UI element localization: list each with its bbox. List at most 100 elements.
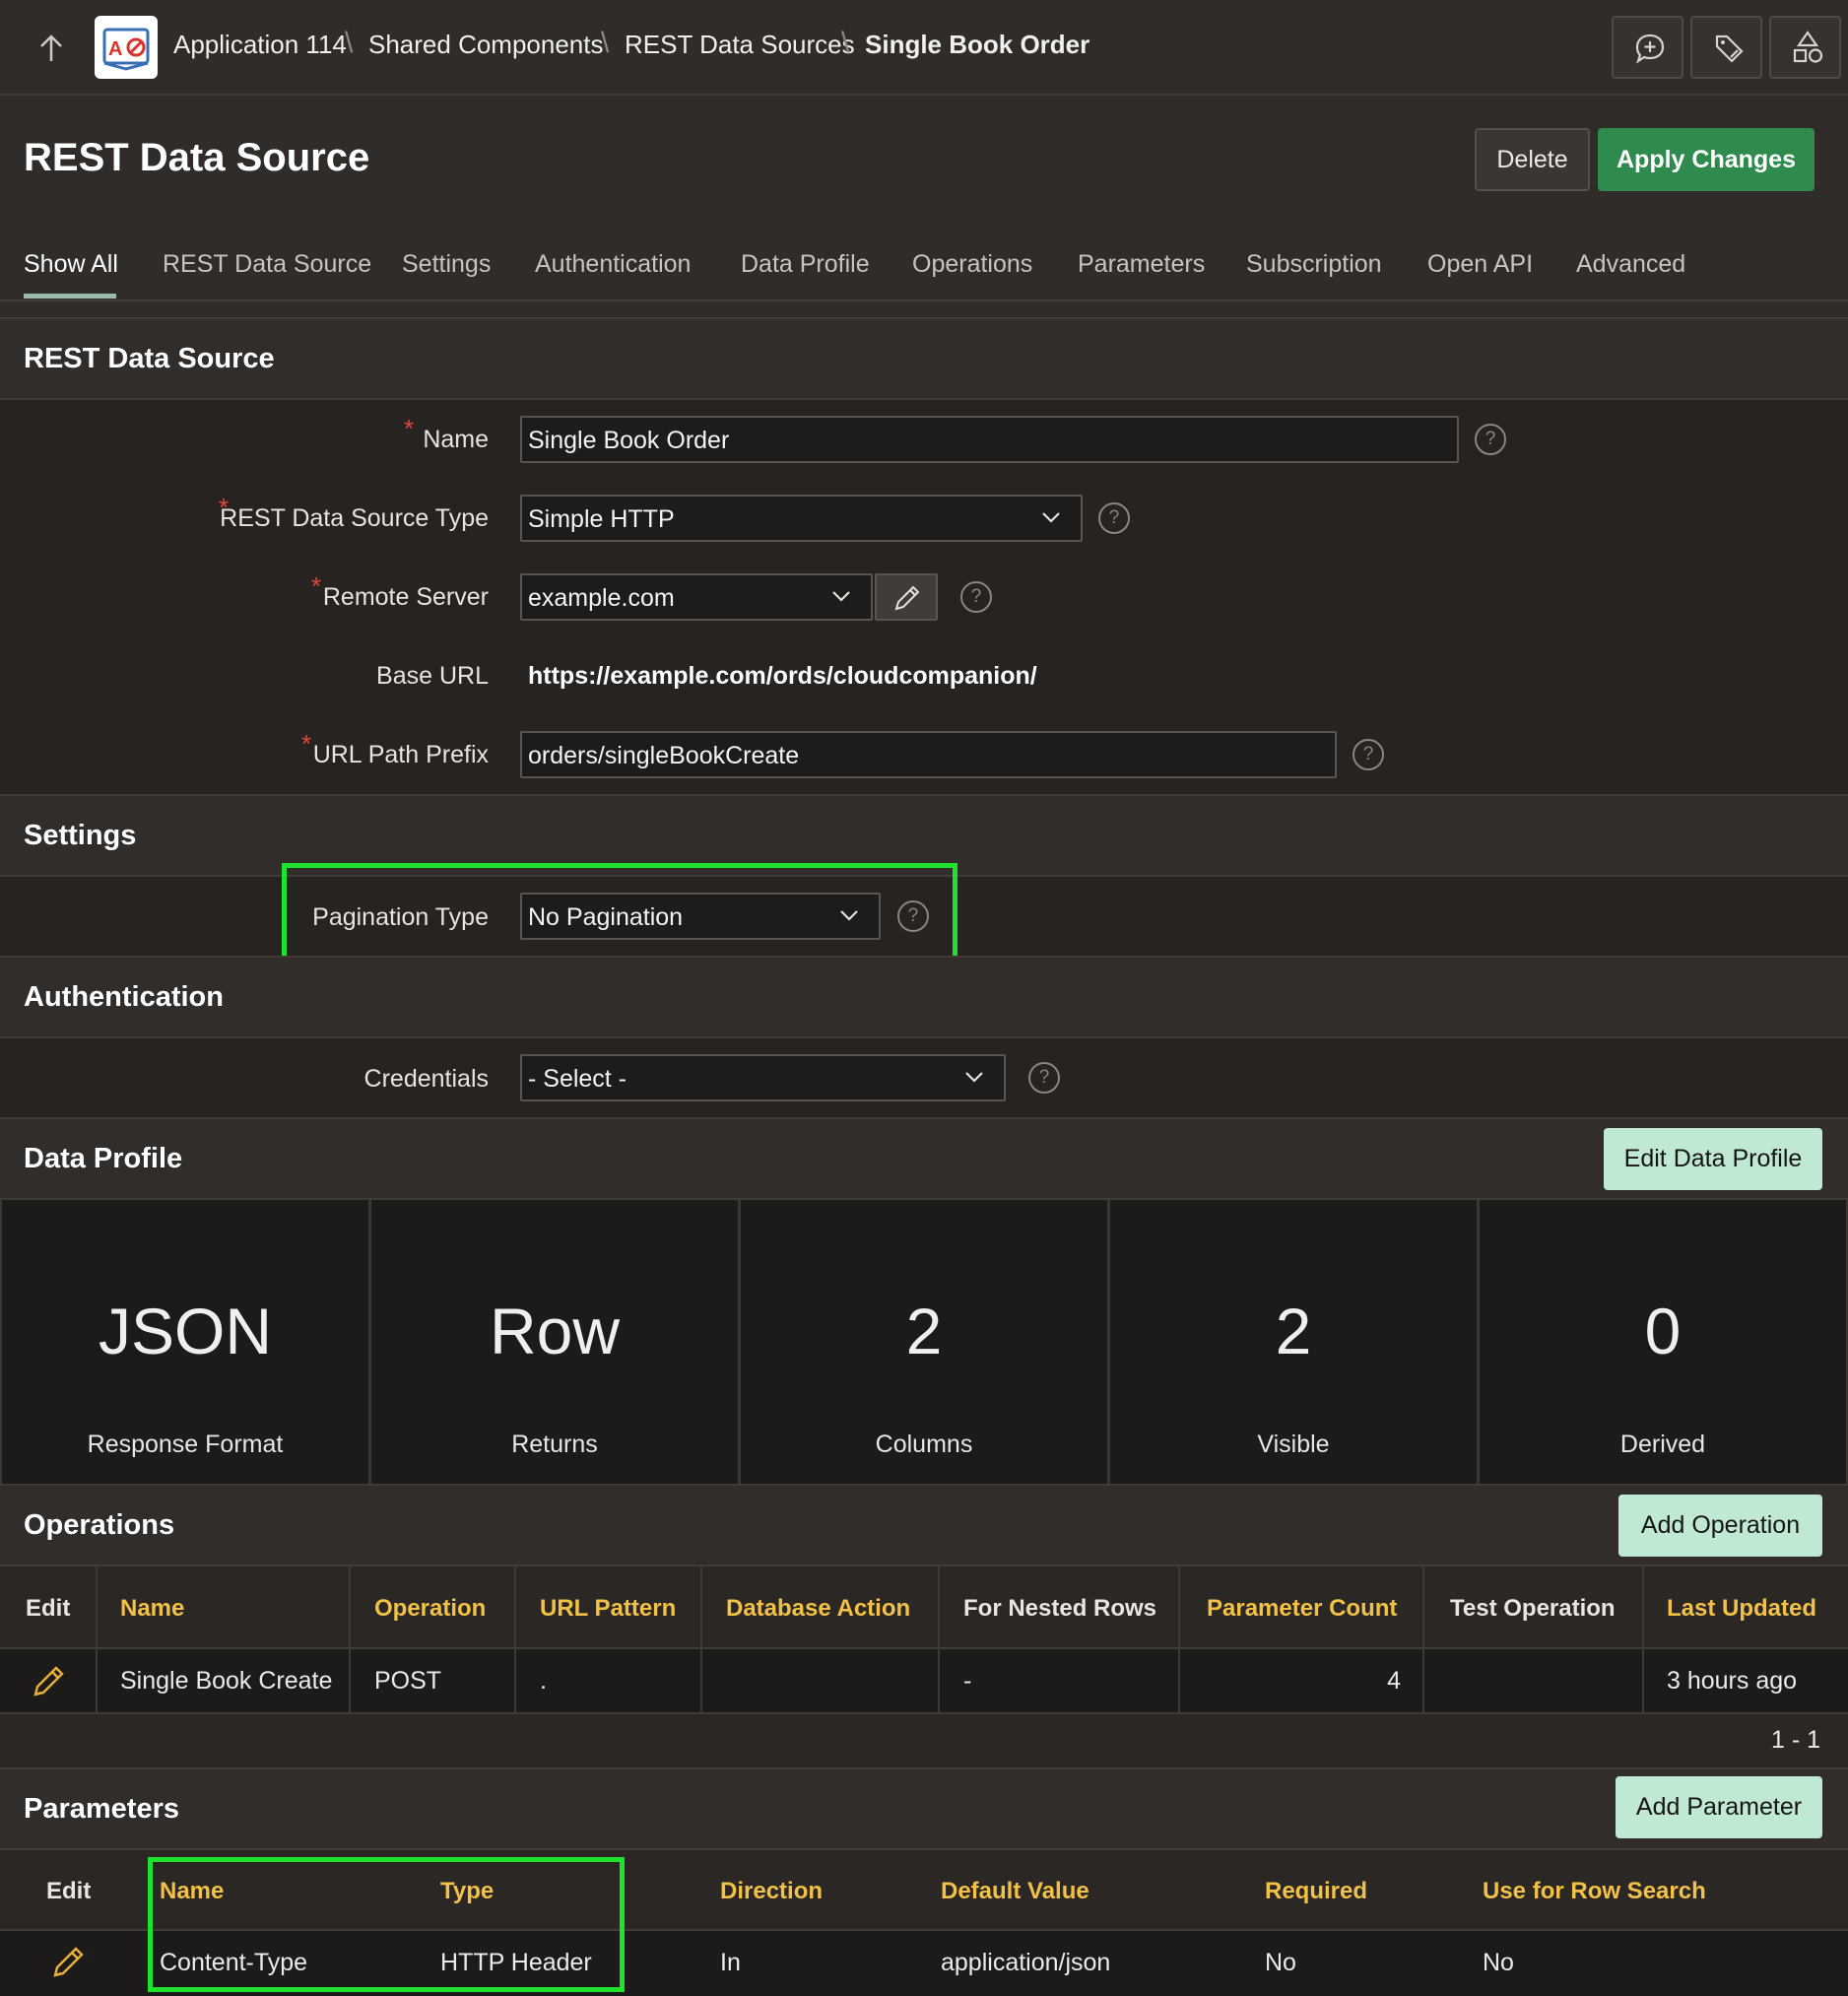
column-header-for-nested-rows: For Nested Rows: [963, 1595, 1157, 1622]
active-tab-indicator: [24, 294, 116, 299]
tab-settings[interactable]: Settings: [402, 250, 491, 279]
column-divider: [96, 1566, 98, 1714]
column-divider: [514, 1566, 516, 1714]
url-path-prefix-value: orders/singleBookCreate: [528, 742, 800, 769]
breadcrumb-application[interactable]: Application 114: [173, 30, 347, 60]
tab-subscription[interactable]: Subscription: [1246, 250, 1382, 279]
column-header-parameter-count[interactable]: Parameter Count: [1207, 1595, 1397, 1623]
column-header-default-value[interactable]: Default Value: [941, 1878, 1089, 1905]
url-pattern-cell: .: [540, 1667, 547, 1695]
breadcrumb-shared-components[interactable]: Shared Components: [368, 30, 603, 60]
credentials-label: Credentials: [363, 1065, 489, 1093]
parameters-region-header: Parameters: [0, 1767, 1848, 1850]
column-header-direction[interactable]: Direction: [720, 1878, 823, 1905]
credentials-select[interactable]: - Select -: [520, 1054, 1006, 1101]
tab-open-api[interactable]: Open API: [1427, 250, 1533, 279]
name-label: Name: [423, 426, 489, 453]
for-nested-rows-cell: -: [963, 1667, 972, 1695]
required-marker: *: [301, 729, 312, 759]
parameter-row-search-cell: No: [1483, 1949, 1514, 1976]
last-updated-cell: 3 hours ago: [1667, 1667, 1798, 1695]
chevron-down-icon: [1041, 510, 1061, 524]
stat-label: Visible: [1257, 1430, 1330, 1458]
name-value: Single Book Order: [528, 427, 730, 454]
url-path-prefix-input[interactable]: orders/singleBookCreate: [520, 731, 1337, 778]
region-title: Operations: [24, 1509, 175, 1541]
column-header-name[interactable]: Name: [120, 1595, 184, 1623]
parameter-default-value-cell: application/json: [941, 1949, 1111, 1976]
stat-card-returns: Row Returns: [371, 1200, 738, 1484]
name-input[interactable]: Single Book Order: [520, 416, 1459, 463]
stat-value: 2: [905, 1295, 943, 1367]
data-profile-region-header: Data Profile: [0, 1117, 1848, 1200]
svg-text:A: A: [108, 38, 122, 60]
column-header-last-updated[interactable]: Last Updated: [1667, 1595, 1816, 1623]
help-icon[interactable]: ?: [1353, 739, 1384, 770]
column-header-use-for-row-search[interactable]: Use for Row Search: [1483, 1878, 1706, 1905]
tab-rest-data-source[interactable]: REST Data Source: [163, 250, 371, 279]
parameter-count-cell: 4: [1387, 1667, 1401, 1695]
operation-name-cell: Single Book Create: [120, 1667, 333, 1695]
top-bar: A Application 114 \ Shared Components \ …: [0, 0, 1848, 96]
edit-pencil-icon[interactable]: [32, 1663, 67, 1698]
apply-changes-button[interactable]: Apply Changes: [1598, 128, 1815, 191]
column-divider: [349, 1566, 351, 1714]
tab-data-profile[interactable]: Data Profile: [741, 250, 870, 279]
breadcrumb-current: Single Book Order: [865, 30, 1090, 59]
delete-button[interactable]: Delete: [1475, 128, 1590, 191]
help-icon[interactable]: ?: [1028, 1062, 1060, 1094]
pagination-range: 1 - 1: [1770, 1726, 1820, 1754]
column-divider: [938, 1566, 940, 1714]
column-header-required[interactable]: Required: [1265, 1878, 1367, 1905]
region-title: Settings: [24, 820, 137, 851]
add-parameter-button[interactable]: Add Parameter: [1616, 1776, 1822, 1838]
stat-value: 2: [1275, 1295, 1312, 1367]
column-header-test-operation: Test Operation: [1450, 1595, 1616, 1622]
up-arrow-icon[interactable]: [37, 33, 65, 63]
pencil-tag-icon: [1712, 32, 1746, 65]
base-url-value: https://example.com/ords/cloudcompanion/: [528, 662, 1037, 690]
credentials-value: - Select -: [528, 1065, 627, 1093]
tab-parameters[interactable]: Parameters: [1078, 250, 1205, 279]
page-title: REST Data Source: [24, 136, 370, 179]
type-select[interactable]: Simple HTTP: [520, 495, 1083, 542]
tab-bar: Show All REST Data Source Settings Authe…: [0, 229, 1848, 301]
column-header-url-pattern[interactable]: URL Pattern: [540, 1595, 676, 1623]
edit-server-button[interactable]: [875, 573, 938, 621]
breadcrumb-separator: \: [345, 27, 354, 59]
shapes-button[interactable]: [1769, 16, 1841, 79]
highlight-box: [148, 1857, 625, 1992]
app-logo-icon[interactable]: A: [95, 16, 158, 79]
stat-value: Row: [489, 1295, 621, 1367]
help-icon[interactable]: ?: [960, 581, 992, 613]
remote-server-label: Remote Server: [322, 583, 489, 611]
region-title: Authentication: [24, 981, 224, 1013]
column-divider: [700, 1566, 702, 1714]
help-icon[interactable]: ?: [1098, 502, 1130, 534]
tab-authentication[interactable]: Authentication: [535, 250, 691, 279]
operation-method-cell: POST: [374, 1667, 442, 1695]
region-title: Data Profile: [24, 1143, 183, 1174]
stat-label: Columns: [875, 1430, 973, 1458]
remote-server-select[interactable]: example.com: [520, 573, 873, 621]
parameter-required-cell: No: [1265, 1949, 1296, 1976]
breadcrumb-rest-data-sources[interactable]: REST Data Sources: [625, 30, 855, 60]
chevron-down-icon: [831, 589, 851, 603]
stat-label: Returns: [511, 1430, 598, 1458]
stat-card-visible: 2 Visible: [1110, 1200, 1477, 1484]
add-operation-button[interactable]: Add Operation: [1618, 1495, 1822, 1557]
column-header-operation[interactable]: Operation: [374, 1595, 486, 1623]
edit-data-profile-button[interactable]: Edit Data Profile: [1604, 1128, 1822, 1190]
stat-value: 0: [1644, 1295, 1682, 1367]
edit-tag-button[interactable]: [1690, 16, 1762, 79]
required-marker: *: [311, 571, 322, 601]
tab-show-all[interactable]: Show All: [24, 250, 118, 279]
help-icon[interactable]: ?: [1475, 424, 1506, 455]
column-divider: [1178, 1566, 1180, 1714]
comment-button[interactable]: [1612, 16, 1683, 79]
edit-pencil-icon[interactable]: [51, 1944, 87, 1979]
tab-advanced[interactable]: Advanced: [1576, 250, 1685, 279]
tab-operations[interactable]: Operations: [912, 250, 1032, 279]
column-header-database-action[interactable]: Database Action: [726, 1595, 910, 1623]
column-divider: [1642, 1566, 1644, 1714]
